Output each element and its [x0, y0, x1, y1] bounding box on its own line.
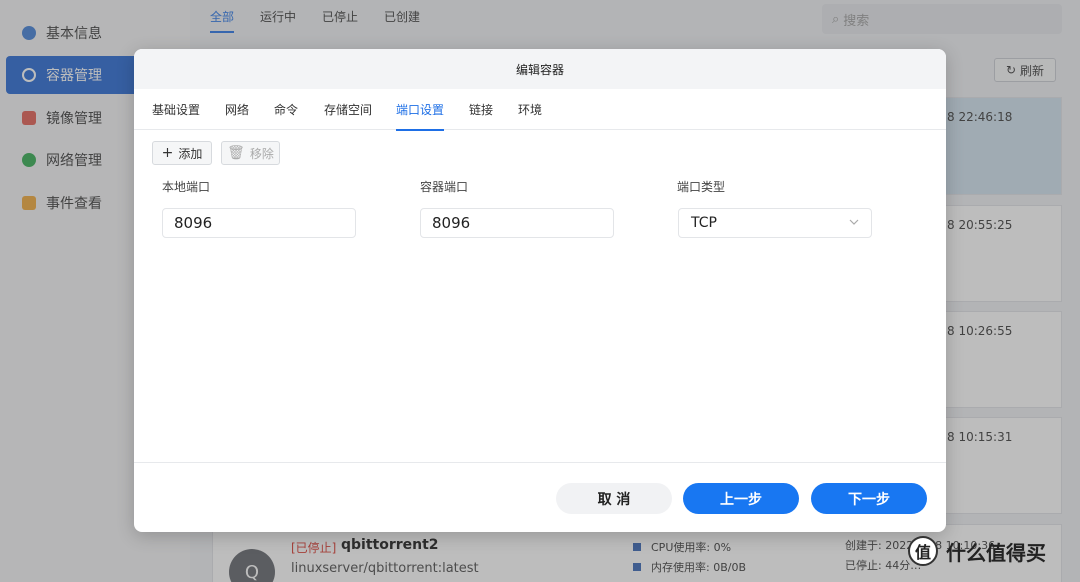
- remove-button[interactable]: 🗑 移除: [221, 141, 280, 165]
- tab-basic-settings[interactable]: 基础设置: [152, 101, 200, 118]
- dialog-header: 编辑容器: [134, 49, 946, 89]
- previous-step-button[interactable]: 上一步: [683, 483, 799, 514]
- watermark-logo: 值: [908, 536, 938, 566]
- container-port-value: 8096: [432, 214, 471, 232]
- dialog-title: 编辑容器: [515, 62, 564, 77]
- remove-label: 移除: [249, 146, 274, 161]
- tab-network[interactable]: 网络: [225, 101, 249, 118]
- local-port-input[interactable]: 8096: [162, 208, 356, 238]
- local-port-value: 8096: [174, 214, 213, 232]
- container-port-label: 容器端口: [420, 180, 469, 194]
- plus-icon: +: [161, 145, 174, 161]
- trash-icon: 🗑: [227, 145, 245, 161]
- tab-port-settings[interactable]: 端口设置: [396, 101, 445, 131]
- tab-links[interactable]: 链接: [469, 101, 493, 118]
- cancel-button[interactable]: 取 消: [556, 483, 672, 514]
- tab-storage[interactable]: 存储空间: [324, 101, 372, 118]
- dialog-footer: 取 消 上一步 下一步: [134, 462, 946, 532]
- port-type-select[interactable]: TCP: [678, 208, 872, 238]
- port-type-value: TCP: [691, 215, 717, 231]
- add-button[interactable]: + 添加: [152, 141, 212, 165]
- container-port-input[interactable]: 8096: [420, 208, 614, 238]
- edit-container-dialog: 编辑容器 基础设置 网络 命令 存储空间 端口设置 链接 环境 + 添加 🗑 移…: [134, 49, 946, 532]
- next-step-button[interactable]: 下一步: [811, 483, 927, 514]
- port-type-label: 端口类型: [677, 180, 726, 194]
- local-port-label: 本地端口: [162, 180, 211, 194]
- watermark: 值 什么值得买: [908, 536, 1046, 566]
- watermark-text: 什么值得买: [946, 540, 1046, 565]
- tab-command[interactable]: 命令: [274, 101, 298, 118]
- dialog-tabs: 基础设置 网络 命令 存储空间 端口设置 链接 环境: [134, 89, 946, 131]
- tab-environment[interactable]: 环境: [518, 101, 542, 118]
- chevron-down-icon: [849, 219, 859, 225]
- add-label: 添加: [178, 146, 203, 161]
